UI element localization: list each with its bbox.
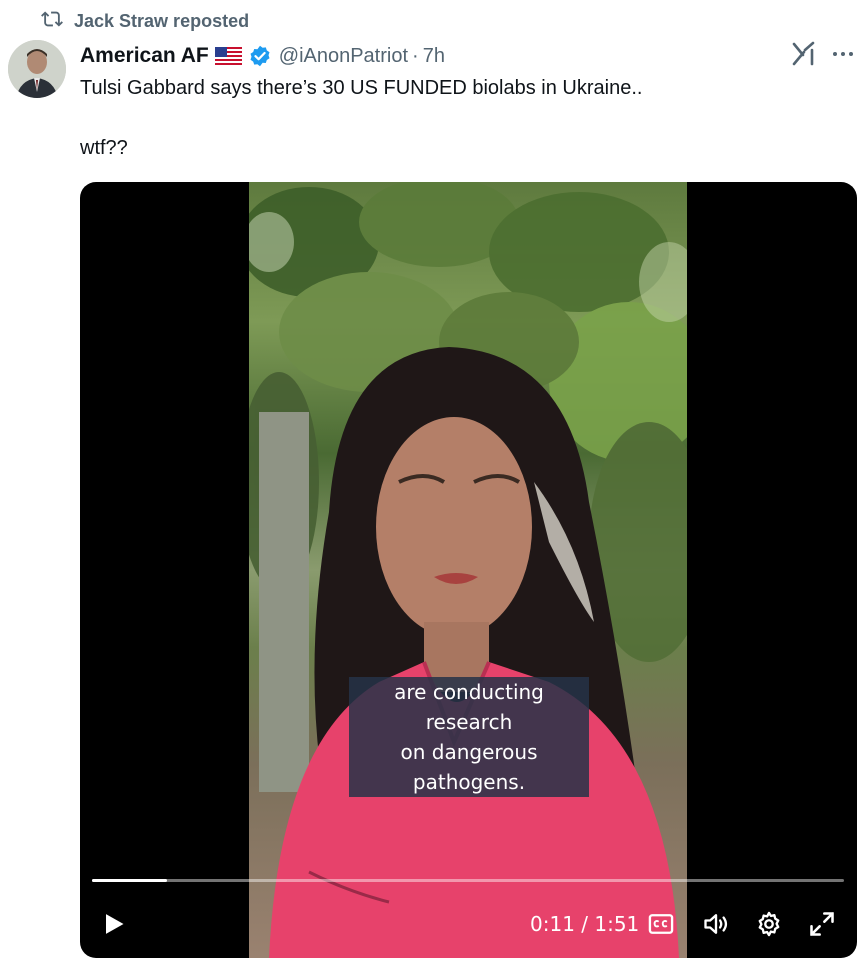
separator-dot: · [412,44,419,67]
video-timecode: 0:11 / 1:51 [530,912,640,936]
verified-badge-icon[interactable] [249,45,271,67]
play-icon [106,914,124,934]
repost-label: Jack Straw reposted [74,10,250,31]
us-flag-icon [214,47,242,65]
post-time[interactable]: 7h [423,45,445,68]
grok-icon[interactable] [790,40,818,68]
post-text: Tulsi Gabbard says there’s 30 US FUNDED … [80,75,642,161]
captions-icon [648,914,674,934]
volume-button[interactable] [700,902,732,946]
avatar[interactable] [8,40,66,98]
video-controls: 0:11 / 1:51 [80,902,857,946]
post-header: American AF @iAnonPatriot · 7h [80,42,445,70]
captions-button[interactable] [646,902,676,946]
repost-indicator[interactable]: Jack Straw reposted [40,10,249,32]
volume-icon [704,914,728,934]
expand-icon [810,912,834,936]
repost-icon [40,8,64,35]
more-options-icon[interactable] [829,40,857,68]
author-handle[interactable]: @iAnonPatriot [279,45,408,68]
author-name[interactable]: American AF [80,44,209,68]
video-player[interactable]: are conducting research on dangerous pat… [80,182,857,958]
caption-line-2: on dangerous pathogens. [349,737,589,797]
fullscreen-button[interactable] [807,902,837,946]
play-button[interactable] [98,902,128,946]
video-caption: are conducting research on dangerous pat… [349,677,589,797]
settings-button[interactable] [754,902,784,946]
gear-icon [758,911,780,937]
video-progress-fill [92,879,168,882]
post-text-line-1: Tulsi Gabbard says there’s 30 US FUNDED … [80,77,643,99]
caption-line-1: are conducting research [349,677,589,737]
video-frame[interactable] [249,182,687,958]
video-progress-bar[interactable] [92,879,844,882]
post-text-line-2: wtf?? [80,137,128,159]
